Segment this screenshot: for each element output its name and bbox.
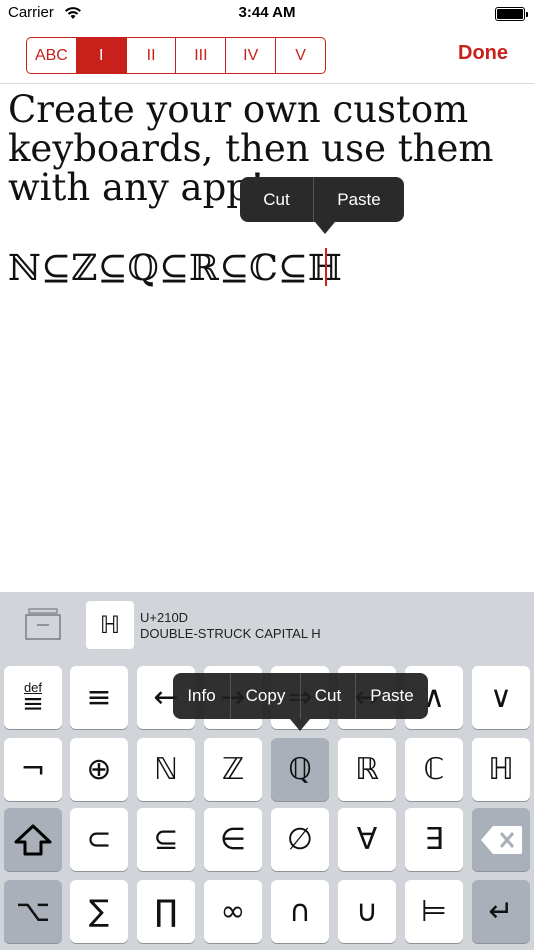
paste-menu-item[interactable]: Paste xyxy=(313,177,404,222)
option-key[interactable]: ⌥ xyxy=(4,880,62,943)
cut-menu-item[interactable]: Cut xyxy=(240,177,313,222)
key-naturals[interactable]: ℕ xyxy=(137,738,195,801)
segment-abc[interactable]: ABC xyxy=(27,38,76,73)
status-bar: Carrier 3:44 AM xyxy=(0,0,534,28)
key-summation[interactable]: ∑ xyxy=(70,880,128,943)
key-integers[interactable]: ℤ xyxy=(204,738,262,801)
text-line: Create your own custom xyxy=(8,88,469,131)
char-preview: ℍ xyxy=(86,601,134,649)
key-definition[interactable]: def ≡ xyxy=(4,666,62,729)
key-element-of[interactable]: ∈ xyxy=(204,808,262,871)
return-key[interactable]: ↵ xyxy=(472,880,530,943)
key-for-all[interactable]: ∀ xyxy=(338,808,396,871)
segment-v[interactable]: V xyxy=(275,38,325,73)
info-menu-item[interactable]: Info xyxy=(173,673,230,719)
key-quaternions[interactable]: ℍ xyxy=(472,738,530,801)
key-rationals[interactable]: ℚ xyxy=(271,738,329,801)
key-models[interactable]: ⊨ xyxy=(405,880,463,943)
key-union[interactable]: ∪ xyxy=(338,880,396,943)
paste-menu-item[interactable]: Paste xyxy=(355,673,428,719)
delete-key[interactable] xyxy=(472,808,530,871)
key-exists[interactable]: ∃ xyxy=(405,808,463,871)
tray-icon[interactable] xyxy=(24,608,62,640)
key-xor[interactable]: ⊕ xyxy=(70,738,128,801)
copy-menu-item[interactable]: Copy xyxy=(230,673,300,719)
char-name-label: DOUBLE-STRUCK CAPITAL H xyxy=(140,626,321,641)
key-menu-pointer xyxy=(290,719,310,731)
key-subset-equal[interactable]: ⊆ xyxy=(137,808,195,871)
nav-bar: ABC I II III IV V Done xyxy=(0,28,534,84)
cut-menu-item[interactable]: Cut xyxy=(300,673,355,719)
segment-iii[interactable]: III xyxy=(175,38,225,73)
shift-key[interactable] xyxy=(4,808,62,871)
key-empty-set[interactable]: ∅ xyxy=(271,808,329,871)
backspace-icon xyxy=(481,825,522,854)
keyboard-segmented-control: ABC I II III IV V xyxy=(26,37,326,74)
battery-icon xyxy=(495,7,528,21)
key-subset[interactable]: ⊂ xyxy=(70,808,128,871)
clock: 3:44 AM xyxy=(238,4,296,21)
shift-icon xyxy=(14,824,52,855)
segment-i[interactable]: I xyxy=(75,38,126,73)
edit-menu: Cut Paste xyxy=(240,177,404,222)
key-identical[interactable]: ≡ xyxy=(70,666,128,729)
done-button[interactable]: Done xyxy=(458,42,508,65)
text-line: keyboards, then use them xyxy=(8,127,494,170)
key-or[interactable]: ∨ xyxy=(472,666,530,729)
key-intersection[interactable]: ∩ xyxy=(271,880,329,943)
codepoint-label: U+210D xyxy=(140,610,189,625)
segment-ii[interactable]: II xyxy=(125,38,176,73)
key-product[interactable]: ∏ xyxy=(137,880,195,943)
key-reals[interactable]: ℝ xyxy=(338,738,396,801)
key-complex[interactable]: ℂ xyxy=(405,738,463,801)
key-context-menu: Info Copy Cut Paste xyxy=(173,673,428,719)
formula-text: ℕ⊆ℤ⊆ℚ⊆ℝ⊆ℂ⊆ℍ xyxy=(8,248,342,289)
key-infinity[interactable]: ∞ xyxy=(204,880,262,943)
key-not[interactable]: ¬ xyxy=(4,738,62,801)
text-cursor xyxy=(325,248,327,286)
segment-iv[interactable]: IV xyxy=(225,38,275,73)
